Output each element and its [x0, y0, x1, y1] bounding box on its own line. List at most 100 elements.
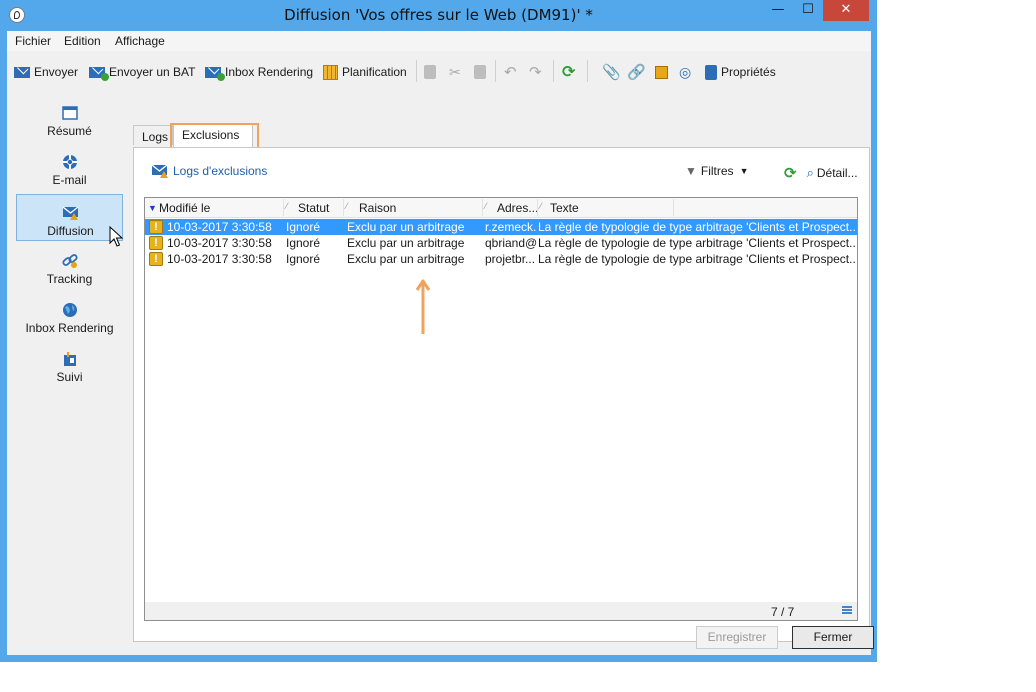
inbox-rendering-label: Inbox Rendering [225, 65, 314, 79]
flag-icon [64, 352, 76, 366]
scissors-icon: ✂ [449, 63, 461, 80]
exclusions-table: ▼ Modifié le ⁄ Statut ⁄ Raison ⁄ Adres..… [144, 197, 858, 621]
table-row[interactable]: ! 10-03-2017 3:30:58 Ignoré Exclu par un… [145, 235, 857, 251]
nav-label: Suivi [56, 370, 83, 384]
column-list-icon[interactable] [842, 606, 852, 615]
send-label: Envoyer [34, 65, 79, 79]
refresh-button[interactable]: ⟳ [562, 64, 579, 81]
chevron-down-icon: ▼ [739, 166, 749, 176]
column-divider [537, 199, 538, 216]
mail-check-icon [205, 66, 225, 81]
paste-icon [474, 65, 486, 79]
exclusion-logs-label: Logs d'exclusions [173, 164, 268, 178]
offer-button[interactable] [655, 64, 672, 80]
sort-icon: ⁄ [286, 201, 288, 211]
column-divider [673, 199, 674, 216]
cell-address: projetbr... [485, 252, 536, 266]
cell-reason: Exclu par un arbitrage [347, 236, 465, 250]
undo-button[interactable]: ↶ [504, 64, 521, 81]
menu-affichage[interactable]: Affichage [115, 34, 165, 48]
mail-icon [14, 66, 30, 78]
client-area: Fichier Edition Affichage Envoyer Envoye… [7, 31, 874, 655]
maximize-button[interactable]: ☐ [794, 0, 822, 21]
record-count: 7 / 7 [771, 605, 795, 619]
undo-icon: ↶ [504, 64, 517, 81]
nav-item-inbox-rendering[interactable]: Inbox Rendering [16, 292, 123, 339]
cell-status: Ignoré [286, 236, 321, 250]
toolbar-divider [416, 60, 417, 82]
globe-icon [63, 303, 77, 317]
column-divider [343, 199, 344, 216]
filters-label: Filtres [700, 164, 734, 178]
column-header-reason[interactable]: Raison [359, 201, 396, 215]
cut-button[interactable]: ✂ [449, 64, 465, 80]
funnel-icon: ▼ [685, 164, 697, 178]
sort-desc-icon: ▼ [148, 203, 157, 213]
mouse-cursor-icon [109, 225, 124, 247]
warning-icon: ! [149, 220, 163, 234]
refresh-icon[interactable]: ⟳ [784, 164, 797, 182]
nav-item-resume[interactable]: Résumé [16, 95, 123, 142]
table-row[interactable]: ! 10-03-2017 3:30:58 Ignoré Exclu par un… [145, 251, 857, 267]
cell-reason: Exclu par un arbitrage [347, 252, 465, 266]
copy-button[interactable] [424, 64, 440, 80]
nav-item-diffusion[interactable]: Diffusion [16, 194, 123, 241]
nav-label: Résumé [47, 124, 92, 138]
target-icon: ◎ [679, 63, 692, 80]
refresh-icon: ⟳ [562, 64, 576, 81]
warning-icon: ! [149, 252, 163, 266]
attachment-button[interactable]: 📎 [602, 64, 625, 81]
toolbar-divider [495, 60, 496, 82]
tab-logs[interactable]: Logs [133, 125, 173, 145]
nav-item-tracking[interactable]: Tracking [16, 243, 123, 290]
inbox-rendering-button[interactable]: Inbox Rendering [205, 64, 314, 81]
column-divider [283, 199, 284, 216]
paste-button[interactable] [474, 64, 490, 80]
menu-fichier[interactable]: Fichier [15, 34, 51, 48]
properties-button[interactable]: Propriétés [705, 64, 776, 80]
filters-dropdown[interactable]: ▼ Filtres ▼ [685, 164, 748, 178]
cell-status: Ignoré [286, 220, 321, 234]
cell-text: La règle de typologie de type arbitrage … [538, 252, 855, 266]
cell-text: La règle de typologie de type arbitrage … [538, 236, 855, 250]
window-icon [62, 106, 78, 120]
gift-icon [655, 65, 668, 79]
cell-address: r.zemeck. [485, 220, 537, 234]
column-header-address[interactable]: Adres... [497, 201, 538, 215]
detail-button[interactable]: ⟳ ⌕ Détail... [784, 164, 858, 182]
detail-label: Détail... [816, 166, 858, 180]
menu-edition[interactable]: Edition [64, 34, 101, 48]
send-bat-button[interactable]: Envoyer un BAT [89, 64, 195, 81]
column-header-status[interactable]: Statut [298, 201, 329, 215]
cell-address: qbriand@ [485, 236, 538, 250]
save-button[interactable]: Enregistrer [696, 626, 778, 649]
sort-icon: ⁄ [540, 201, 542, 211]
nav-item-email[interactable]: E-mail [16, 144, 123, 191]
send-button[interactable]: Envoyer [14, 64, 78, 80]
paperclip-icon: 📎 [602, 64, 621, 81]
planning-button[interactable]: Planification [323, 64, 407, 80]
mail-warning-icon [152, 164, 168, 178]
annotation-arrow-icon [415, 279, 431, 334]
grid-toolbar: Logs d'exclusions ▼ Filtres ▼ ⟳ ⌕ Détail… [144, 160, 861, 184]
menu-bar: Fichier Edition Affichage [7, 31, 871, 51]
close-window-button[interactable]: ✕ [823, 0, 869, 21]
main-panel: Logs Exclusions Logs d'exclusions ▼ Filt… [133, 122, 870, 642]
exclusion-logs-link[interactable]: Logs d'exclusions [152, 164, 267, 178]
properties-label: Propriétés [721, 65, 776, 79]
link-button[interactable]: 🔗 [627, 64, 650, 81]
copy-icon [424, 65, 436, 79]
sort-icon: ⁄ [485, 201, 487, 211]
table-row[interactable]: ! 10-03-2017 3:30:58 Ignoré Exclu par un… [145, 219, 857, 235]
nav-label: Tracking [46, 272, 93, 286]
close-button[interactable]: Fermer [792, 626, 874, 649]
chain-link-icon [62, 254, 78, 268]
minimize-button[interactable]: — [764, 0, 792, 21]
column-header-modified[interactable]: Modifié le [159, 201, 210, 215]
toolbar: Envoyer Envoyer un BAT Inbox Rendering P… [7, 52, 871, 88]
column-header-text[interactable]: Texte [550, 201, 579, 215]
column-divider [482, 199, 483, 216]
audit-button[interactable]: ◎ [679, 64, 695, 80]
redo-button[interactable]: ↷ [529, 64, 546, 81]
nav-item-suivi[interactable]: Suivi [16, 341, 123, 388]
